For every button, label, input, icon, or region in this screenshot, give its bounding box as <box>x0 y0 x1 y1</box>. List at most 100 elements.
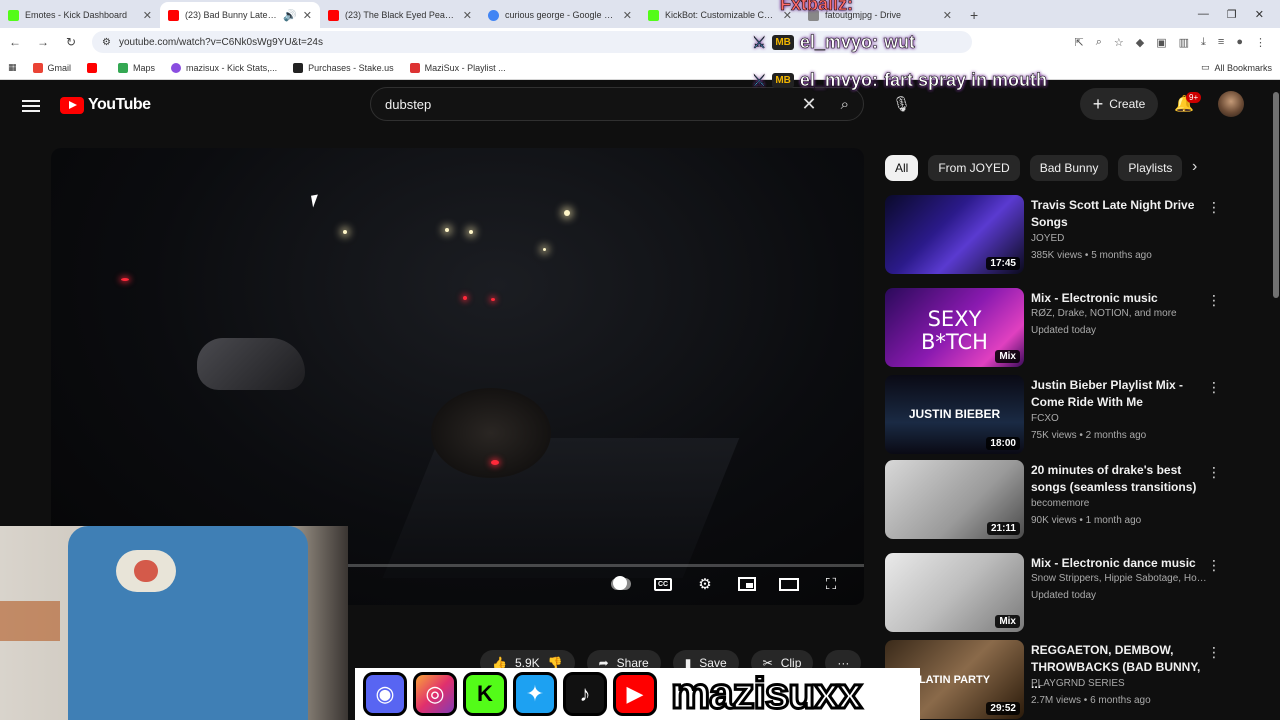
fullscreen-icon[interactable]: ⛶ <box>821 575 841 593</box>
forward-icon[interactable]: → <box>36 35 50 49</box>
page-scrollbar[interactable] <box>1272 80 1280 720</box>
all-bookmarks-label: All Bookmarks <box>1214 62 1272 73</box>
more-options-icon[interactable]: ⋮ <box>1207 379 1221 396</box>
channel-name[interactable]: RØZ, Drake, NOTION, and more <box>1031 308 1211 319</box>
channel-name[interactable]: FCXO <box>1031 413 1211 424</box>
search-icon[interactable]: ⌕ <box>841 96 849 113</box>
search-box[interactable]: dubstep ✕ ⌕ <box>370 87 864 121</box>
more-options-icon[interactable]: ⋮ <box>1207 464 1221 481</box>
apps-icon[interactable]: ▦ <box>8 62 17 73</box>
video-thumbnail[interactable]: SEXY B*TCH Mix <box>885 288 1024 367</box>
recommendation-item[interactable]: SEXY B*TCH Mix Mix - Electronic music RØ… <box>885 288 1225 368</box>
tab-title: Emotes - Kick Dashboard <box>25 10 128 20</box>
minimize-icon[interactable]: — <box>1198 8 1209 20</box>
sword-icon: ⚔ <box>752 34 767 52</box>
video-frame-taillight <box>463 296 467 300</box>
video-title[interactable]: Mix - Electronic music <box>1031 290 1201 307</box>
recommendation-item[interactable]: 17:45 Travis Scott Late Night Drive Song… <box>885 195 1225 275</box>
avatar[interactable] <box>1218 91 1244 117</box>
profile-icon[interactable]: ● <box>1236 36 1243 49</box>
chat-username: el_mvyo: <box>799 70 879 91</box>
theater-icon <box>779 577 799 591</box>
browser-tab[interactable]: Emotes - Kick Dashboard ✕ <box>0 2 160 28</box>
chat-text: wut <box>883 32 916 53</box>
more-options-icon[interactable]: ⋮ <box>1207 644 1221 661</box>
channel-name[interactable]: Snow Strippers, Hippie Sabotage, Houlix,… <box>1031 573 1211 584</box>
zoom-icon[interactable]: ⌕ <box>1096 36 1102 49</box>
video-title[interactable]: Justin Bieber Playlist Mix - Come Ride W… <box>1031 377 1201 411</box>
new-tab-button[interactable]: + <box>960 2 988 28</box>
bookmark-item[interactable]: mazisux - Kick Stats,... <box>171 62 277 73</box>
speaker-icon[interactable]: 🔊 <box>283 9 297 22</box>
channel-name[interactable]: JOYED <box>1031 233 1211 244</box>
close-icon[interactable]: ✕ <box>143 9 152 22</box>
video-thumbnail[interactable]: 21:11 <box>885 460 1024 539</box>
video-title[interactable]: Mix - Electronic dance music <box>1031 555 1201 572</box>
install-icon[interactable]: ⇱ <box>1075 36 1084 49</box>
reload-icon[interactable]: ↻ <box>64 35 78 49</box>
bookmark-item[interactable]: Purchases - Stake.us <box>293 62 394 73</box>
recommendation-item[interactable]: LATIN PARTY 29:52 REGGAETON, DEMBOW, THR… <box>885 640 1225 720</box>
youtube-icon: ▶ <box>613 672 657 716</box>
scrollbar-thumb[interactable] <box>1273 92 1279 298</box>
more-options-icon[interactable]: ⋮ <box>1207 557 1221 574</box>
video-thumbnail[interactable]: JUSTIN BIEBER 18:00 <box>885 375 1024 454</box>
search-input[interactable]: dubstep <box>385 97 802 112</box>
chip-all[interactable]: All <box>885 155 919 181</box>
chevron-right-icon[interactable]: › <box>1192 158 1197 176</box>
more-options-icon[interactable]: ⋮ <box>1207 292 1221 309</box>
channel-name[interactable]: PLAYGRND SERIES <box>1031 678 1211 689</box>
video-title[interactable]: 20 minutes of drake's best songs (seamle… <box>1031 462 1201 496</box>
more-options-icon[interactable]: ⋮ <box>1207 199 1221 216</box>
video-thumbnail[interactable]: 17:45 <box>885 195 1024 274</box>
video-frame-light <box>543 248 546 251</box>
recommendation-item[interactable]: Mix Mix - Electronic dance music Snow St… <box>885 553 1225 633</box>
bookmark-item[interactable]: MaziSux - Playlist ... <box>409 62 506 73</box>
site-info-icon[interactable]: ⚙ <box>102 37 111 48</box>
extension-icon[interactable]: ◆ <box>1136 36 1144 49</box>
gmail-icon <box>32 62 43 73</box>
maximize-icon[interactable]: ❐ <box>1227 8 1237 21</box>
bookmark-item[interactable] <box>87 62 102 73</box>
chat-badge-icon: MB <box>772 35 794 50</box>
recommendation-item[interactable]: JUSTIN BIEBER 18:00 Justin Bieber Playli… <box>885 375 1225 455</box>
chip-from-joyed[interactable]: From JOYED <box>928 155 1020 181</box>
puzzle-icon[interactable]: ▣ <box>1156 36 1166 49</box>
close-window-icon[interactable]: ✕ <box>1255 8 1264 21</box>
close-icon[interactable]: ✕ <box>623 9 632 22</box>
theater-button[interactable] <box>779 575 799 593</box>
close-icon[interactable]: ✕ <box>463 9 472 22</box>
star-icon[interactable]: ☆ <box>1114 36 1124 49</box>
instagram-icon: ◎ <box>413 672 457 716</box>
captions-button[interactable]: CC <box>653 575 673 593</box>
download-icon[interactable]: ⤓ <box>1201 36 1206 49</box>
miniplayer-button[interactable] <box>737 575 757 593</box>
close-icon[interactable]: ✕ <box>303 9 312 22</box>
sidepanel-icon[interactable]: ▥ <box>1179 36 1189 49</box>
bookmark-item[interactable]: Gmail <box>32 62 71 73</box>
back-icon[interactable]: ← <box>8 35 22 49</box>
video-title[interactable]: Travis Scott Late Night Drive Songs <box>1031 197 1201 231</box>
media-icon[interactable]: ≡ <box>1218 36 1224 49</box>
recommendation-item[interactable]: 21:11 20 minutes of drake's best songs (… <box>885 460 1225 540</box>
settings-gear-icon[interactable]: ⚙ <box>695 575 715 593</box>
bookmark-item[interactable]: Maps <box>118 62 155 73</box>
browser-tab[interactable]: KickBot: Customizable Chat Bo ✕ <box>640 2 800 28</box>
menu-hamburger-icon[interactable] <box>22 97 40 115</box>
video-thumbnail[interactable]: Mix <box>885 553 1024 632</box>
close-icon[interactable]: ✕ <box>943 9 952 22</box>
browser-tab[interactable]: curious george - Google Search ✕ <box>480 2 640 28</box>
youtube-logo[interactable]: YouTube <box>60 96 151 114</box>
browser-tab[interactable]: (23) The Black Eyed Peas - Boo ✕ <box>320 2 480 28</box>
duration-badge: 21:11 <box>986 522 1020 535</box>
all-bookmarks[interactable]: ▭ All Bookmarks <box>1201 62 1272 73</box>
microphone-icon[interactable]: 🎙 <box>892 95 911 113</box>
browser-tab-active[interactable]: (23) Bad Bunny Late Night ( 🔊 ✕ <box>160 2 320 28</box>
chip-bad-bunny[interactable]: Bad Bunny <box>1029 155 1109 181</box>
clear-search-icon[interactable]: ✕ <box>802 94 817 115</box>
autoplay-toggle[interactable] <box>611 575 631 593</box>
chip-playlists[interactable]: Playlists <box>1118 155 1183 181</box>
channel-name[interactable]: becomemore <box>1031 498 1211 509</box>
menu-icon[interactable]: ⋮ <box>1255 36 1266 49</box>
create-button[interactable]: + Create <box>1080 88 1158 120</box>
